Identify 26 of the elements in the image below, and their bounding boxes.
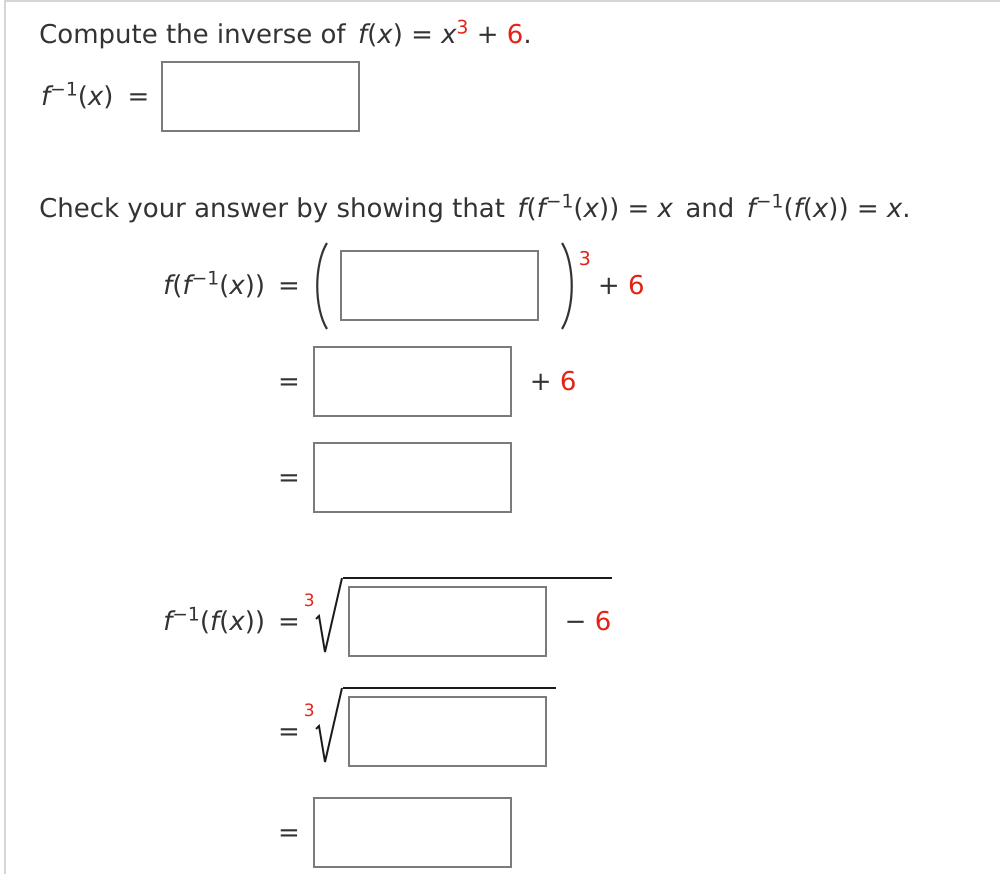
answer-box[interactable] (312, 442, 512, 513)
equals-sign: = (278, 462, 300, 494)
expression-label: f$^{−1}$(f(x)) (163, 604, 265, 638)
equals-sign: = (278, 606, 300, 638)
equals-sign: = (278, 366, 300, 398)
answer-box[interactable] (161, 61, 360, 132)
function-label: f$^{−1}$(x) (41, 80, 114, 114)
equals-sign: = (127, 80, 150, 114)
expression-label: f(f$^{−1}$(x)) (163, 268, 265, 302)
constant-term: − 6 (564, 606, 612, 638)
answer-box[interactable] (348, 586, 547, 657)
answer-box[interactable] (348, 696, 547, 767)
answer-box[interactable] (312, 346, 512, 417)
answer-box[interactable] (312, 797, 512, 868)
constant-term: + 6 (530, 366, 576, 398)
equals-sign: = (278, 816, 300, 850)
right-parenthesis-icon (560, 242, 576, 330)
question-text: Compute the inverse of f(x) = x$^{3}$ + 6. (38, 18, 533, 52)
equals-sign: = (278, 270, 300, 302)
instruction-text: Check your answer by showing that f(f$^{−1}$(x)) = x and f$^{−1}$(f(x)) = x. (38, 192, 912, 226)
exponent: 3 (578, 250, 591, 269)
answer-box[interactable] (340, 250, 539, 321)
root-index: 3 (304, 703, 315, 720)
equals-sign: = (278, 716, 300, 748)
root-index: 3 (304, 593, 315, 610)
constant-term: + 6 (598, 270, 644, 302)
